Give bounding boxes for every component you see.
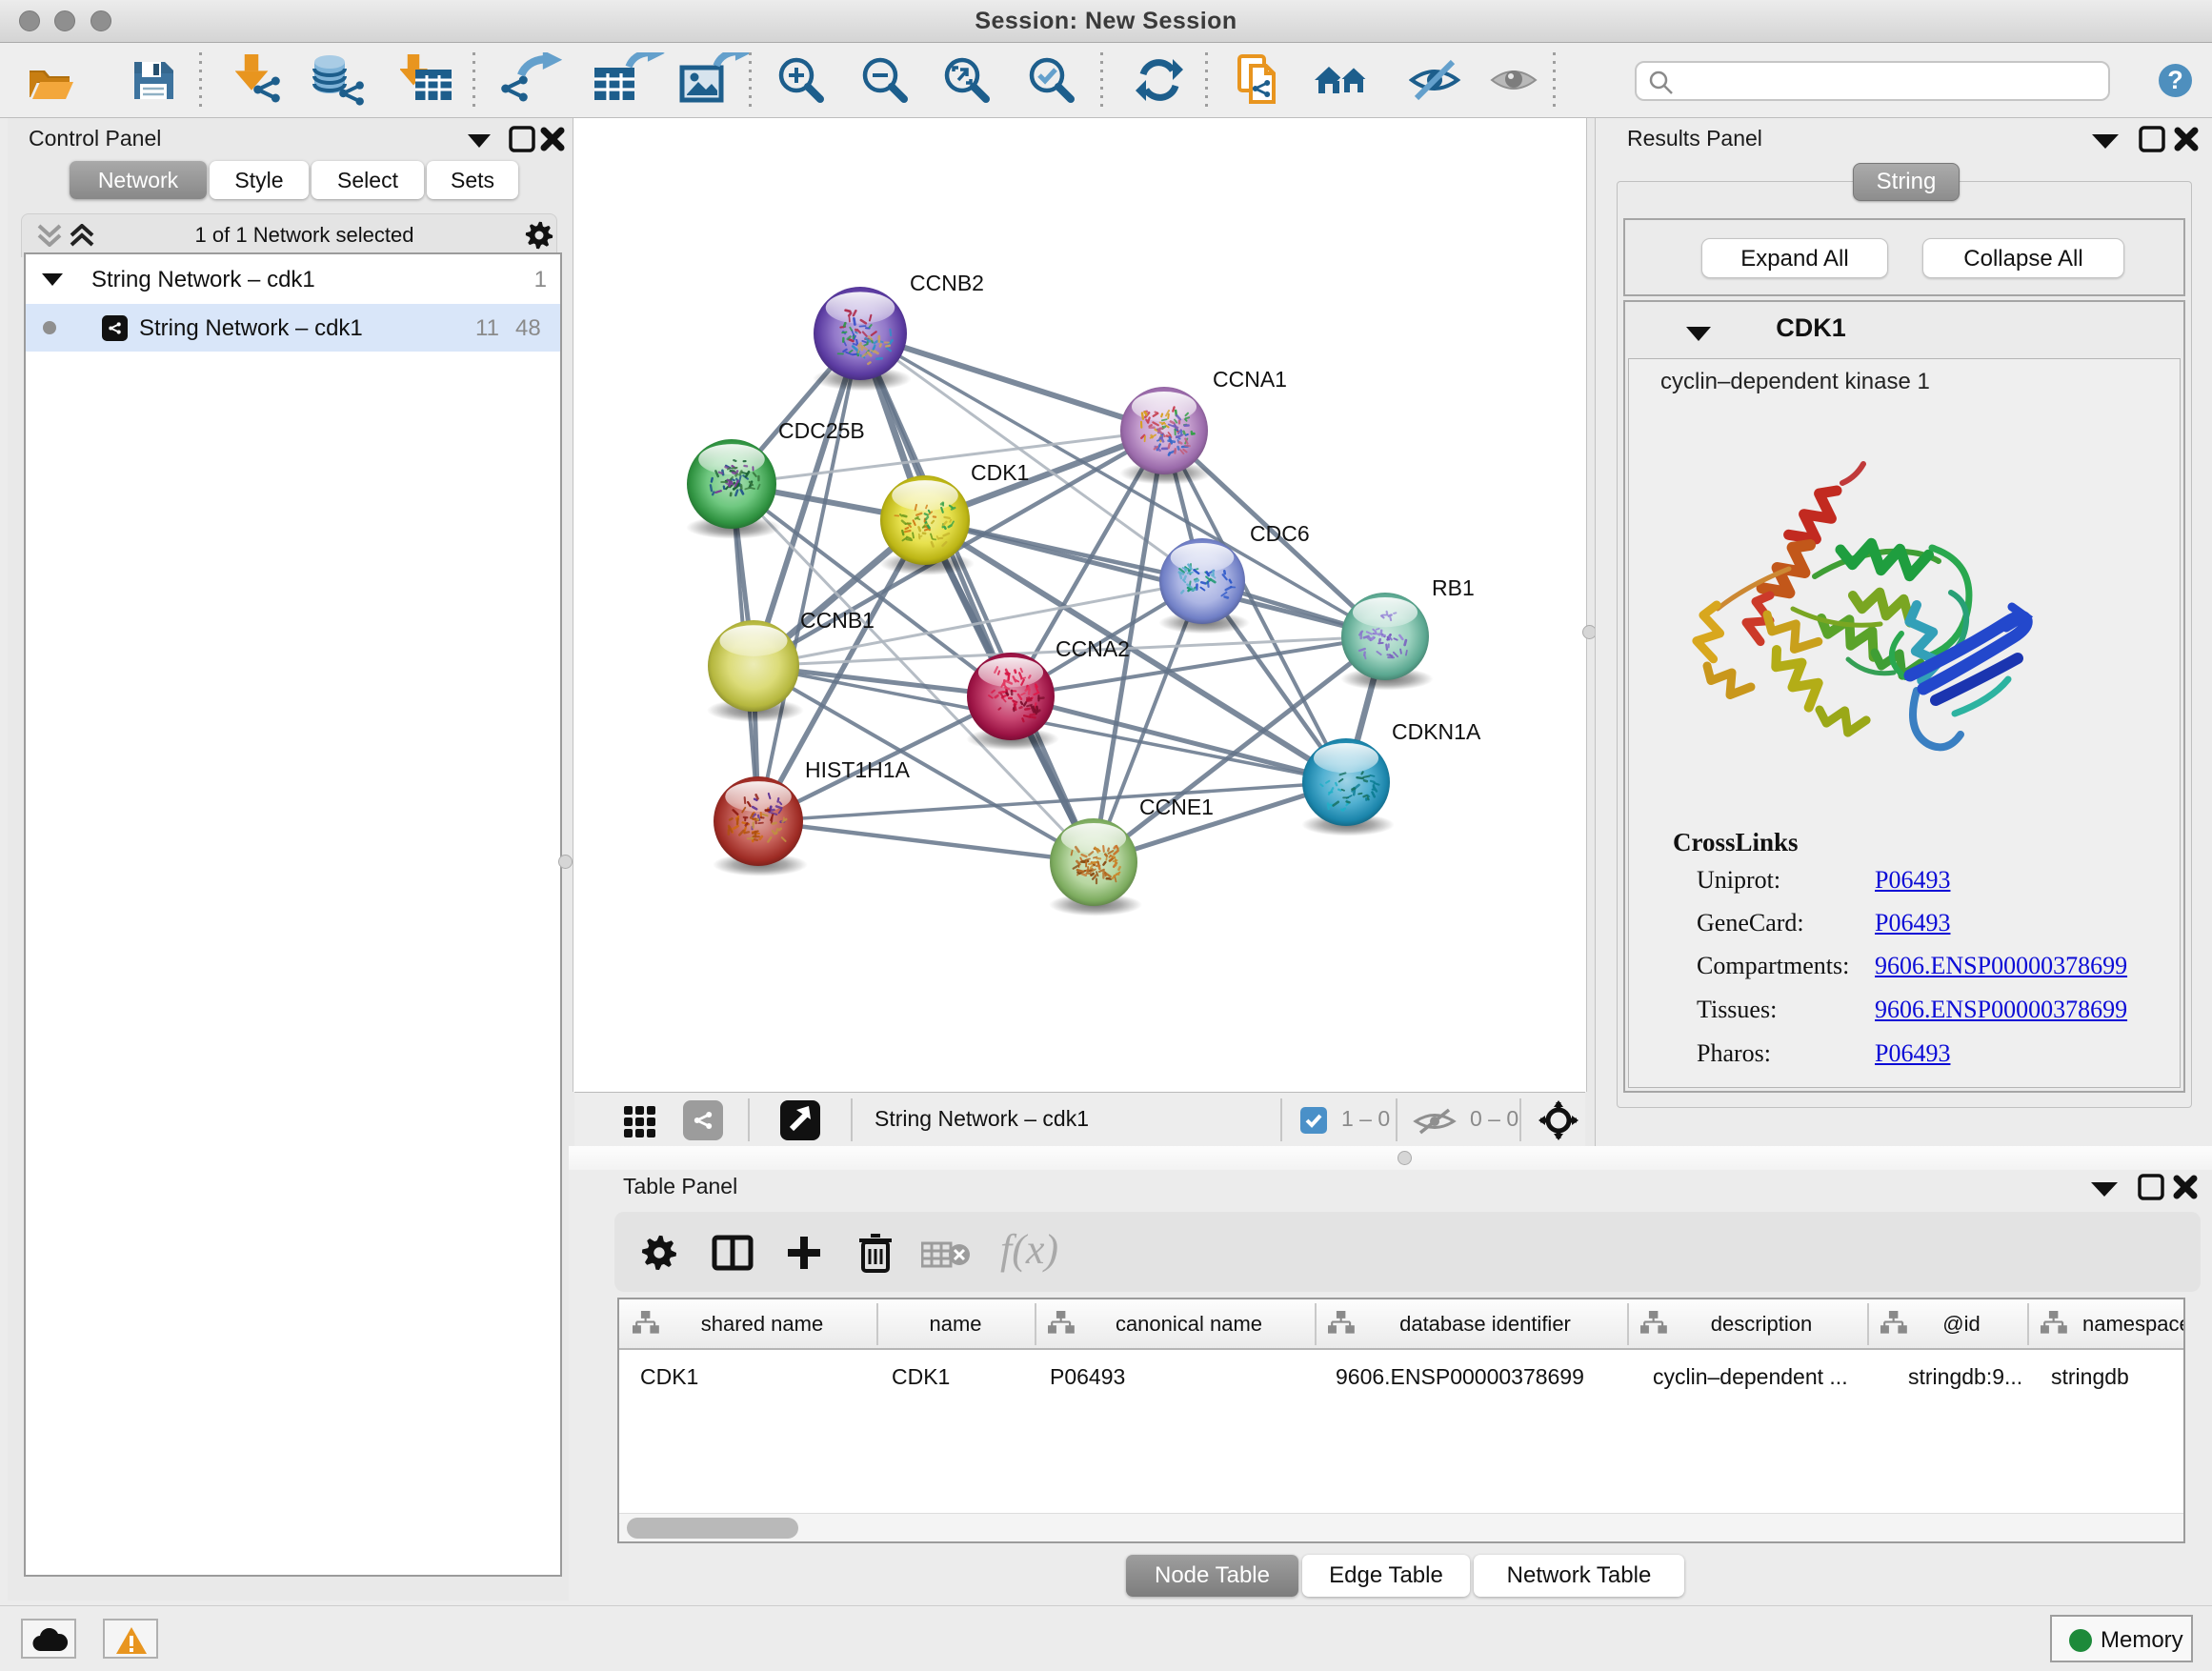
svg-text:CDC6: CDC6 (1250, 521, 1310, 546)
svg-text:HIST1H1A: HIST1H1A (805, 757, 911, 782)
svg-text:CDK1: CDK1 (971, 460, 1029, 485)
svg-text:CCNB2: CCNB2 (910, 271, 984, 295)
svg-text:CCNB1: CCNB1 (800, 608, 875, 633)
svg-text:CCNA1: CCNA1 (1213, 367, 1287, 392)
svg-text:CDKN1A: CDKN1A (1392, 719, 1481, 744)
svg-text:CDC25B: CDC25B (778, 418, 865, 443)
svg-text:CCNA2: CCNA2 (1056, 636, 1130, 661)
svg-text:RB1: RB1 (1432, 575, 1475, 600)
svg-text:CCNE1: CCNE1 (1139, 795, 1214, 819)
